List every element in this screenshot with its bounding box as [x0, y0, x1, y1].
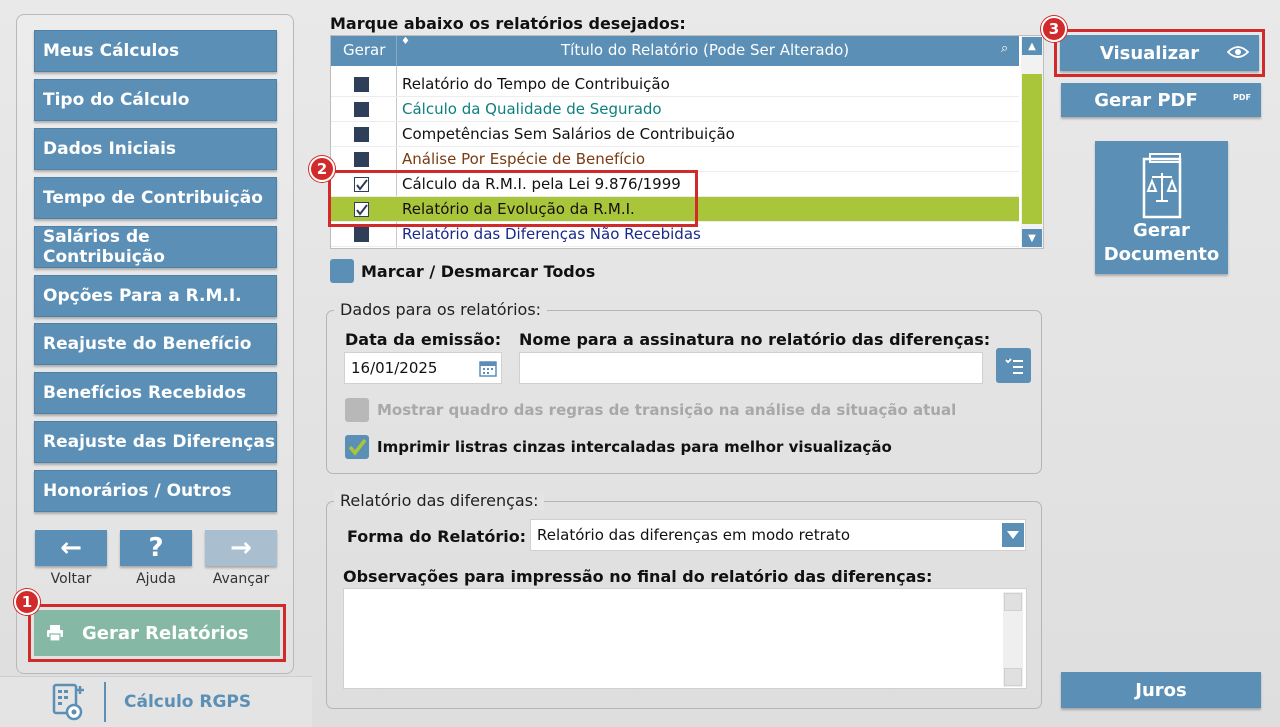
header-divider	[396, 36, 397, 66]
report-form-select[interactable]: Relatório das diferenças em modo retrato	[530, 519, 1026, 551]
generate-reports-label: Gerar Relatórios	[82, 622, 249, 644]
toggle-all-checkbox[interactable]	[330, 259, 354, 283]
transition-rules-label: Mostrar quadro das regras de transição n…	[377, 401, 957, 419]
scroll-up-icon[interactable]: ▲	[1022, 37, 1042, 55]
generate-document-button[interactable]: Gerar Documento	[1095, 141, 1228, 274]
gray-stripes-label[interactable]: Imprimir listras cinzas intercaladas par…	[377, 438, 892, 456]
nav-opcoes-rmi[interactable]: Opções Para a R.M.I.	[34, 275, 277, 317]
obs-scroll-up[interactable]	[1004, 593, 1022, 611]
calculator-icon	[52, 683, 84, 721]
question-icon: ?	[148, 533, 164, 563]
nav-reajuste-das-diferencas[interactable]: Reajuste das Diferenças	[34, 421, 277, 463]
emission-date-label: Data da emissão:	[345, 330, 502, 349]
report-checkbox[interactable]	[354, 227, 369, 242]
chevron-down-icon	[1007, 531, 1019, 539]
step-badge-2: 2	[309, 156, 335, 182]
calendar-icon[interactable]	[479, 359, 497, 377]
generate-pdf-button[interactable]: Gerar PDF PDF	[1061, 83, 1261, 117]
eye-icon	[1227, 46, 1249, 58]
emission-date-value: 16/01/2025	[351, 359, 438, 377]
checked-reports-highlight	[328, 170, 698, 227]
report-title[interactable]: Relatório do Tempo de Contribuição	[402, 75, 670, 93]
generate-document-line2: Documento	[1103, 244, 1220, 265]
observations-scrollbar[interactable]	[1003, 592, 1023, 687]
scroll-thumb[interactable]	[1022, 74, 1042, 224]
nav-beneficios-recebidos[interactable]: Benefícios Recebidos	[34, 372, 277, 414]
document-scale-icon	[1142, 153, 1181, 219]
signature-input[interactable]	[519, 352, 983, 384]
report-row[interactable]: Análise Por Espécie de Benefício	[331, 147, 1019, 172]
footer-divider	[104, 682, 106, 722]
generate-pdf-label: Gerar PDF	[1094, 89, 1198, 111]
visualize-highlight: Visualizar	[1054, 29, 1265, 77]
checkmark-icon	[348, 438, 367, 456]
visualize-label: Visualizar	[1099, 42, 1200, 64]
generate-document-line1: Gerar	[1133, 220, 1190, 241]
report-form-label: Forma do Relatório:	[347, 527, 527, 546]
generate-reports-highlight: Gerar Relatórios	[28, 604, 286, 662]
report-row[interactable]: Competências Sem Salários de Contribuiçã…	[331, 122, 1019, 147]
pdf-icon: PDF	[1233, 93, 1251, 102]
reports-heading: Marque abaixo os relatórios desejados:	[330, 14, 686, 33]
obs-scroll-down[interactable]	[1004, 668, 1022, 686]
toggle-all-label[interactable]: Marcar / Desmarcar Todos	[361, 262, 595, 281]
signature-label: Nome para a assinatura no relatório das …	[519, 330, 991, 349]
report-checkbox[interactable]	[354, 102, 369, 117]
report-form-value: Relatório das diferenças em modo retrato	[537, 526, 850, 544]
report-checkbox[interactable]	[354, 152, 369, 167]
nav-tempo-de-contribuicao[interactable]: Tempo de Contribuição	[34, 177, 277, 219]
scroll-down-icon[interactable]: ▼	[1022, 229, 1042, 247]
nav-dados-iniciais[interactable]: Dados Iniciais	[34, 128, 277, 170]
nav-reajuste-do-beneficio[interactable]: Reajuste do Benefício	[34, 323, 277, 365]
visualize-button[interactable]: Visualizar	[1060, 35, 1259, 71]
nav-tipo-do-calculo[interactable]: Tipo do Cálculo	[34, 79, 277, 121]
product-footer: Cálculo RGPS	[0, 676, 312, 727]
grid-scrollbar[interactable]: ▲ ▼	[1021, 36, 1043, 248]
nav-salarios-de-contribuicao[interactable]: Salários de Contribuição	[34, 226, 277, 268]
step-badge-3: 3	[1041, 16, 1067, 42]
transition-rules-checkbox	[345, 398, 369, 422]
signature-list-button[interactable]	[996, 348, 1031, 383]
observations-label: Observações para impressão no final do r…	[343, 567, 933, 586]
report-row[interactable]: Cálculo da Qualidade de Segurado	[331, 97, 1019, 122]
report-row[interactable]: Relatório do Tempo de Contribuição	[331, 72, 1019, 97]
dropdown-button[interactable]	[1002, 523, 1024, 547]
grid-header: Gerar ♦ Título do Relatório (Pode Ser Al…	[331, 36, 1019, 66]
arrow-left-icon: ←	[60, 533, 82, 563]
report-title[interactable]: Cálculo da Qualidade de Segurado	[402, 100, 662, 118]
step-badge-1: 1	[14, 589, 40, 615]
forward-label: Avançar	[212, 571, 270, 587]
product-name: Cálculo RGPS	[124, 692, 252, 712]
emission-date-input[interactable]: 16/01/2025	[344, 352, 502, 384]
report-title[interactable]: Análise Por Espécie de Benefício	[402, 150, 645, 168]
back-label: Voltar	[50, 571, 92, 587]
col-title-header[interactable]: Título do Relatório (Pode Ser Alterado)	[561, 41, 849, 59]
help-button[interactable]: ?	[120, 530, 192, 566]
gray-stripes-checkbox[interactable]	[345, 435, 369, 459]
printer-icon	[47, 625, 63, 642]
list-icon	[1004, 357, 1023, 374]
observations-textarea[interactable]	[343, 588, 1027, 689]
interest-button[interactable]: Juros	[1061, 672, 1261, 708]
sort-icon[interactable]: ♦	[401, 36, 410, 47]
nav-honorarios-outros[interactable]: Honorários / Outros	[34, 470, 277, 512]
col-generate-header[interactable]: Gerar	[343, 41, 385, 59]
help-label: Ajuda	[136, 571, 176, 587]
report-data-legend: Dados para os relatórios:	[334, 300, 548, 319]
search-icon[interactable]: ⌕	[1001, 41, 1008, 56]
back-button[interactable]: ←	[35, 530, 107, 566]
report-checkbox[interactable]	[354, 127, 369, 142]
arrow-right-icon: →	[230, 533, 252, 563]
generate-reports-button[interactable]: Gerar Relatórios	[34, 610, 280, 656]
report-title[interactable]: Competências Sem Salários de Contribuiçã…	[402, 125, 735, 143]
nav-meus-calculos[interactable]: Meus Cálculos	[34, 30, 277, 72]
report-title[interactable]: Relatório das Diferenças Não Recebidas	[402, 225, 701, 243]
forward-button: →	[205, 530, 277, 566]
differences-legend: Relatório das diferenças:	[334, 491, 545, 510]
report-checkbox[interactable]	[354, 77, 369, 92]
